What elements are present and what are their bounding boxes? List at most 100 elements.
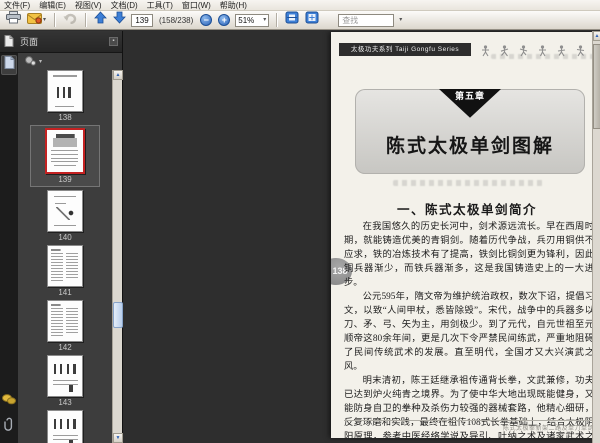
chapter-title: 陈式太极单剑图解 <box>385 136 554 157</box>
thumbnail-label: 143 <box>58 398 72 407</box>
martial-figures-strip <box>481 44 600 62</box>
scroll-down-button[interactable]: ▼ <box>113 433 123 443</box>
pdf-page[interactable]: 太极功夫系列 Taiji Gongfu Series 第五章 陈式太极单剑图解 <box>331 32 600 438</box>
document-scrollbar[interactable]: ▲ <box>592 31 600 443</box>
pages-tab-button[interactable] <box>1 55 17 75</box>
thumbnail-preview <box>49 412 81 443</box>
find-placeholder: 查找 <box>342 15 359 25</box>
thumbnail-preview <box>49 72 81 110</box>
navigation-pane: 页面 ▪ ▾ 138 139 140 141 142 143 ▲ ▼ <box>0 31 123 443</box>
previous-view-button <box>62 12 78 28</box>
menu-view[interactable]: 视图(V) <box>75 0 102 11</box>
thumbnail-preview <box>49 357 81 395</box>
fit-page-button[interactable] <box>304 11 320 29</box>
body-text: 在我国悠久的历史长河中，剑术源远流长。早在西周时期，就能铸造优美的青铜剑。随着历… <box>344 220 594 438</box>
paragraph: 公元595年，隋文帝为维护统治政权，数次下诏，提倡习文，以致“人间甲杖，悉皆除毁… <box>344 292 594 372</box>
find-caret-icon[interactable]: ▾ <box>399 17 402 23</box>
thumbnail-options-button[interactable]: ▾ <box>24 53 42 71</box>
thumbnail-slot-142[interactable]: 142 <box>47 300 83 352</box>
paperclip-icon <box>4 417 14 437</box>
thumbnail-label: 141 <box>58 288 72 297</box>
comments-icon <box>2 392 16 410</box>
martial-figure-icon <box>538 44 547 62</box>
thumbnails-scrollbar[interactable]: ▲ ▼ <box>112 70 123 443</box>
page-thumbnail[interactable] <box>47 410 83 443</box>
zoom-in-button[interactable]: + <box>217 12 231 28</box>
menu-tools[interactable]: 工具(T) <box>147 0 173 11</box>
thumbnail-label: 138 <box>58 113 72 122</box>
print-button[interactable] <box>5 11 22 29</box>
menu-edit[interactable]: 编辑(E) <box>39 0 66 11</box>
menu-document[interactable]: 文档(D) <box>111 0 138 11</box>
page-thumbnail[interactable] <box>47 70 83 112</box>
martial-figure-icon <box>557 44 566 62</box>
zoom-out-button[interactable]: − <box>199 12 213 28</box>
email-caret-icon[interactable]: ▾ <box>43 17 46 23</box>
martial-figure-icon <box>576 44 585 62</box>
nav-icon-strip <box>0 53 18 443</box>
page-thumbnail-selected[interactable] <box>45 128 85 174</box>
doc-scrollbar-thumb[interactable] <box>593 44 600 129</box>
scrollbar-thumb[interactable] <box>113 302 123 328</box>
main-area: 页面 ▪ ▾ 138 139 140 141 142 143 ▲ ▼ 太极功夫系… <box>0 31 600 443</box>
pdf-reader-window: 文件(F) 编辑(E) 视图(V) 文档(D) 工具(T) 窗口(W) 帮助(H… <box>0 0 600 443</box>
bleed-through-text <box>491 54 600 59</box>
thumbnail-slot-140[interactable]: 140 <box>47 190 83 242</box>
printer-icon <box>6 11 21 29</box>
page-count-label: (158/238) <box>159 15 194 25</box>
martial-figure-icon <box>481 44 490 62</box>
previous-view-icon <box>63 11 77 29</box>
page-thumbnail[interactable] <box>47 355 83 397</box>
thumbnail-slot-143[interactable]: 143 <box>47 355 83 407</box>
zoom-level-value: 51% <box>238 15 255 25</box>
document-canvas[interactable]: 太极功夫系列 Taiji Gongfu Series 第五章 陈式太极单剑图解 <box>123 31 600 443</box>
attachments-tab-button[interactable] <box>1 417 17 437</box>
toolbar-separator <box>85 13 87 27</box>
zoom-caret-icon: ▾ <box>263 17 267 23</box>
thumbnail-slot-141[interactable]: 141 <box>47 245 83 297</box>
bleed-through-text <box>393 180 543 186</box>
fit-page-icon <box>305 11 319 29</box>
thumbnails-toolbar: ▾ <box>18 53 122 70</box>
series-banner: 太极功夫系列 Taiji Gongfu Series <box>339 43 471 56</box>
menu-window[interactable]: 窗口(W) <box>182 0 211 11</box>
thumbnail-preview <box>48 131 82 171</box>
page-thumbnail[interactable] <box>47 245 83 287</box>
find-input[interactable]: 查找 <box>338 13 395 27</box>
fit-width-button[interactable] <box>284 11 300 29</box>
email-button[interactable]: ▾ <box>26 12 47 28</box>
thumbnail-preview <box>49 302 81 340</box>
zoom-level-select[interactable]: 51% ▾ <box>235 13 270 27</box>
thumbnail-options-icon <box>24 53 36 71</box>
thumbnail-label: 140 <box>58 233 72 242</box>
strip-bottom <box>1 391 17 441</box>
panel-menu-button[interactable]: ▪ <box>109 37 118 46</box>
menu-file[interactable]: 文件(F) <box>4 0 30 11</box>
chapter-title-box: 第五章 陈式太极单剑图解 <box>355 89 585 174</box>
paragraph: 在我国悠久的历史长河中，剑术源远流长。早在西周时期，就能铸造优美的青铜剑。随着历… <box>344 222 594 288</box>
thumbnail-slot-138[interactable]: 138 <box>47 70 83 122</box>
comments-tab-button[interactable] <box>1 391 17 411</box>
toolbar-separator <box>54 13 56 27</box>
zoom-out-icon: − <box>200 14 213 26</box>
fit-width-icon <box>285 11 299 29</box>
thumbnail-slot-144[interactable]: 144 <box>47 410 83 443</box>
page-thumbnail[interactable] <box>47 300 83 342</box>
doc-scroll-up-button[interactable]: ▲ <box>593 31 600 41</box>
pages-panel: ▾ 138 139 140 141 142 143 ▲ ▼ <box>18 53 123 443</box>
scroll-up-button[interactable]: ▲ <box>113 70 123 80</box>
pages-panel-header: 页面 ▪ <box>0 31 122 53</box>
next-page-button[interactable] <box>112 11 127 28</box>
previous-page-button[interactable] <box>93 11 108 28</box>
thumbnail-slot-139-selected[interactable]: 139 <box>30 125 100 187</box>
page-footer: 陈式太极拳新架二路及单刀单剑 <box>344 420 594 432</box>
martial-figure-icon <box>500 44 509 62</box>
chapter-number-badge: 第五章 <box>439 89 501 118</box>
zoom-in-icon: + <box>218 14 231 26</box>
page-thumbnail[interactable] <box>47 190 83 232</box>
thumbnail-list: 138 139 140 141 142 143 <box>18 70 112 443</box>
thumbnail-preview <box>49 247 81 285</box>
menu-help[interactable]: 帮助(H) <box>220 0 247 11</box>
page-number-input[interactable] <box>131 13 154 27</box>
toolbar: ▾ (158/238) − + 51% ▾ <box>0 11 600 30</box>
